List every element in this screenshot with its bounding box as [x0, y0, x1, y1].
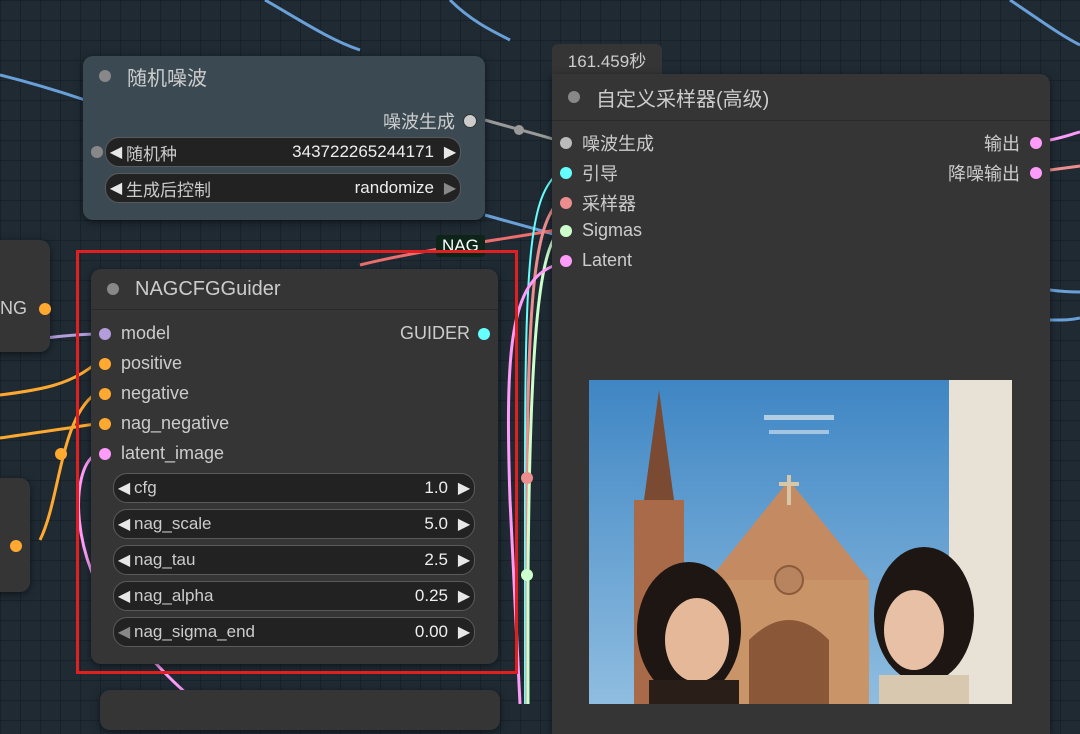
- execution-time-badge: 161.459秒: [552, 44, 662, 74]
- random-noise-title-text: 随机噪波: [127, 67, 207, 90]
- conditioning-output-port[interactable]: [39, 302, 51, 315]
- sampler-input-sampler: 采样器: [560, 190, 636, 216]
- node-collapse-dot[interactable]: [568, 91, 580, 103]
- control-decrement-arrow[interactable]: ◀: [106, 178, 126, 198]
- partial-node-bottom: [100, 690, 500, 730]
- node-collapse-dot[interactable]: [99, 70, 111, 82]
- partial-node-lower-left[interactable]: [0, 478, 30, 592]
- conditioning-output-port-lower[interactable]: [10, 540, 22, 552]
- sampler-input-latent-label: Latent: [582, 250, 633, 270]
- noise-input-port[interactable]: [560, 137, 572, 149]
- partial-node-upper-left[interactable]: NG: [0, 240, 51, 352]
- sampler-input-sigmas-label: Sigmas: [582, 220, 643, 240]
- seed-increment-arrow[interactable]: ▶: [440, 142, 460, 162]
- sampler-input-guider: 引导: [560, 160, 618, 186]
- partial-node-output-label: NG: [0, 298, 27, 318]
- sampler-output-output: 输出: [984, 130, 1042, 156]
- noise-output-row: 噪波生成: [383, 108, 477, 134]
- sampler-output-denoised: 降噪输出: [948, 160, 1042, 186]
- control-value: randomize: [354, 178, 434, 197]
- control-label: 生成后控制: [126, 180, 211, 200]
- random-noise-title[interactable]: 随机噪波: [83, 56, 485, 96]
- sampler-input-noise: 噪波生成: [560, 130, 654, 156]
- seed-label: 随机种: [126, 144, 177, 164]
- preview-image: [589, 380, 1012, 704]
- preview-image-drawing: [589, 380, 1012, 704]
- seed-value: 343722265244171: [292, 142, 434, 161]
- sampler-input-sigmas: Sigmas: [560, 220, 642, 241]
- control-increment-arrow[interactable]: ▶: [440, 178, 460, 198]
- sampler-denoised-label: 降噪输出: [948, 164, 1020, 184]
- random-noise-node[interactable]: 随机噪波 噪波生成 ◀ 随机种 343722265244171 ▶ ◀ 生成后控…: [83, 56, 485, 220]
- output-latent-port[interactable]: [1030, 137, 1042, 149]
- annotation-highlight-box: [76, 250, 518, 674]
- sampler-input-noise-label: 噪波生成: [582, 134, 654, 154]
- sampler-output-label: 输出: [984, 134, 1020, 154]
- sampler-input-guider-label: 引导: [582, 164, 618, 184]
- seed-input-port[interactable]: [91, 146, 103, 158]
- denoised-output-port[interactable]: [1030, 167, 1042, 179]
- sampler-title-text: 自定义采样器(高级): [596, 88, 770, 111]
- latent-input-port[interactable]: [560, 254, 572, 267]
- seed-decrement-arrow[interactable]: ◀: [106, 142, 126, 162]
- noise-output-port[interactable]: [463, 114, 477, 128]
- sigmas-input-port[interactable]: [560, 224, 572, 237]
- sampler-title[interactable]: 自定义采样器(高级): [552, 74, 1050, 121]
- sampler-input-latent: Latent: [560, 250, 632, 271]
- guider-input-port[interactable]: [560, 167, 572, 179]
- partial-node-output: NG: [0, 298, 51, 319]
- control-after-generate-widget[interactable]: ◀ 生成后控制 randomize ▶: [105, 173, 461, 203]
- sampler-input-port[interactable]: [560, 197, 572, 209]
- seed-widget[interactable]: ◀ 随机种 343722265244171 ▶: [105, 137, 461, 167]
- sampler-input-sampler-label: 采样器: [582, 194, 636, 214]
- noise-output-label: 噪波生成: [383, 112, 455, 132]
